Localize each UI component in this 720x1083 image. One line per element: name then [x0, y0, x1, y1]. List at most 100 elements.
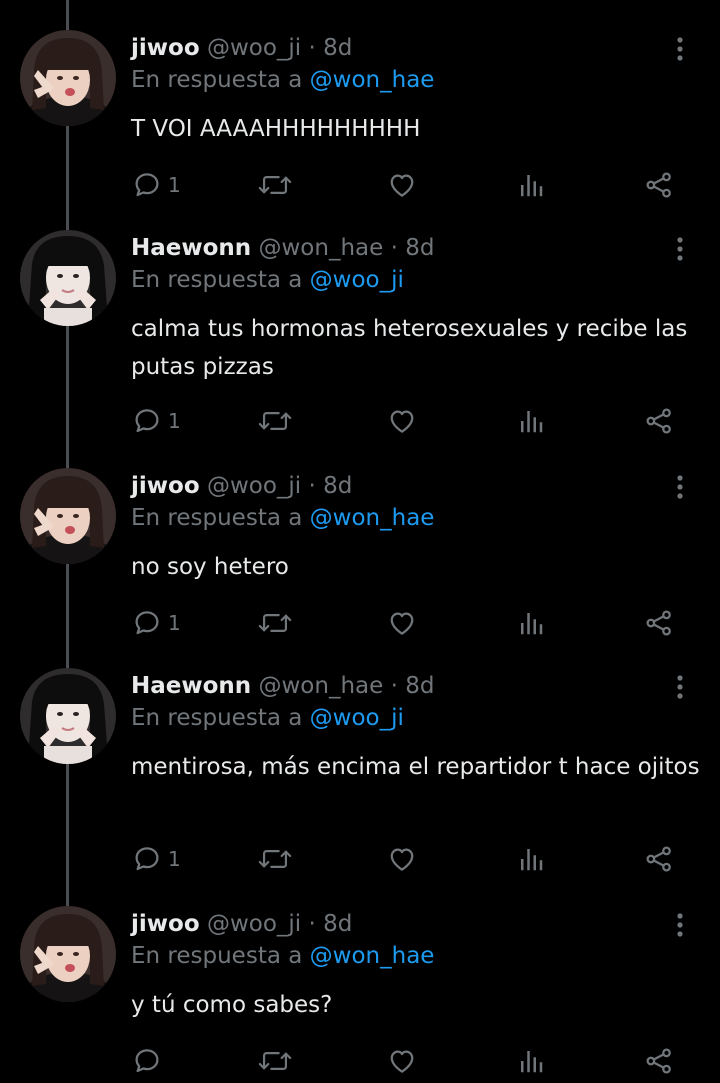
more-options-icon[interactable]: [665, 472, 695, 502]
tweet-text: T VOI AAAAHHHHHHHHH: [131, 116, 421, 142]
heart-icon: [387, 608, 417, 638]
reply-mention-link[interactable]: @won_hae: [310, 505, 435, 531]
reply-button[interactable]: [132, 1043, 162, 1079]
reply-button[interactable]: 1: [132, 167, 181, 203]
views-button[interactable]: [516, 167, 546, 203]
bar-chart-icon: [516, 170, 546, 200]
tweet-actions: 1: [0, 605, 720, 641]
share-icon: [644, 1046, 674, 1076]
retweet-button[interactable]: [258, 1043, 292, 1079]
display-name[interactable]: jiwoo: [131, 35, 200, 61]
avatar[interactable]: [20, 30, 116, 126]
views-button[interactable]: [516, 841, 546, 877]
more-options-icon[interactable]: [665, 910, 695, 940]
timestamp[interactable]: 8d: [323, 911, 352, 937]
tweet: Haewonn @won_hae · 8d En respuesta a @woo…: [0, 668, 720, 881]
retweet-icon: [258, 1046, 292, 1076]
avatar[interactable]: [20, 906, 116, 1002]
user-handle[interactable]: @won_hae: [258, 673, 383, 699]
display-name[interactable]: Haewonn: [131, 673, 251, 699]
retweet-icon: [258, 608, 292, 638]
views-button[interactable]: [516, 1043, 546, 1079]
retweet-button[interactable]: [258, 167, 292, 203]
tweet-text: no soy hetero: [131, 554, 289, 580]
retweet-button[interactable]: [258, 605, 292, 641]
bar-chart-icon: [516, 844, 546, 874]
reply-mention-link[interactable]: @woo_ji: [310, 705, 404, 731]
more-options-icon[interactable]: [665, 672, 695, 702]
tweet-actions: 1: [0, 167, 720, 203]
reply-button[interactable]: 1: [132, 605, 181, 641]
reply-context: En respuesta a @woo_ji: [131, 702, 404, 734]
user-handle[interactable]: @won_hae: [258, 235, 383, 261]
retweet-button[interactable]: [258, 841, 292, 877]
tweet-actions: [0, 1043, 720, 1079]
tweet-text: calma tus hormonas heterosexuales y reci…: [131, 316, 688, 380]
conversation-thread: jiwoo @woo_ji · 8d En respuesta a @won_ha…: [0, 0, 720, 1080]
retweet-icon: [258, 170, 292, 200]
separator-dot: ·: [308, 35, 316, 61]
display-name[interactable]: Haewonn: [131, 235, 251, 261]
share-icon: [644, 406, 674, 436]
share-button[interactable]: [644, 605, 674, 641]
tweet-header: Haewonn @won_hae · 8d: [131, 232, 434, 264]
timestamp[interactable]: 8d: [405, 235, 434, 261]
share-button[interactable]: [644, 167, 674, 203]
heart-icon: [387, 844, 417, 874]
reply-prefix: En respuesta a: [131, 67, 303, 93]
like-button[interactable]: [387, 167, 417, 203]
reply-mention-link[interactable]: @won_hae: [310, 943, 435, 969]
timestamp[interactable]: 8d: [323, 35, 352, 61]
retweet-icon: [258, 844, 292, 874]
reply-prefix: En respuesta a: [131, 943, 303, 969]
reply-prefix: En respuesta a: [131, 505, 303, 531]
like-button[interactable]: [387, 605, 417, 641]
avatar[interactable]: [20, 468, 116, 564]
tweet: jiwoo @woo_ji · 8d En respuesta a @won_ha…: [0, 30, 720, 207]
reply-mention-link[interactable]: @woo_ji: [310, 267, 404, 293]
display-name[interactable]: jiwoo: [131, 473, 200, 499]
tweet-header: Haewonn @won_hae · 8d: [131, 670, 434, 702]
avatar[interactable]: [20, 230, 116, 326]
tweet-header: jiwoo @woo_ji · 8d: [131, 470, 352, 502]
separator-dot: ·: [308, 911, 316, 937]
reply-count: 1: [168, 409, 181, 433]
reply-mention-link[interactable]: @won_hae: [310, 67, 435, 93]
timestamp[interactable]: 8d: [405, 673, 434, 699]
more-options-icon[interactable]: [665, 234, 695, 264]
share-button[interactable]: [644, 841, 674, 877]
avatar[interactable]: [20, 668, 116, 764]
tweet-header: jiwoo @woo_ji · 8d: [131, 908, 352, 940]
display-name[interactable]: jiwoo: [131, 911, 200, 937]
like-button[interactable]: [387, 403, 417, 439]
reply-icon: [132, 170, 162, 200]
separator-dot: ·: [390, 673, 398, 699]
user-handle[interactable]: @woo_ji: [207, 35, 301, 61]
reply-count: 1: [168, 847, 181, 871]
tweet-actions: 1: [0, 403, 720, 439]
views-button[interactable]: [516, 605, 546, 641]
timestamp[interactable]: 8d: [323, 473, 352, 499]
reply-count: 1: [168, 611, 181, 635]
tweet-actions: 1: [0, 841, 720, 877]
user-handle[interactable]: @woo_ji: [207, 473, 301, 499]
bar-chart-icon: [516, 1046, 546, 1076]
heart-icon: [387, 170, 417, 200]
share-button[interactable]: [644, 1043, 674, 1079]
thread-connector-line: [66, 0, 69, 30]
like-button[interactable]: [387, 1043, 417, 1079]
more-options-icon[interactable]: [665, 34, 695, 64]
like-button[interactable]: [387, 841, 417, 877]
share-button[interactable]: [644, 403, 674, 439]
reply-context: En respuesta a @won_hae: [131, 940, 434, 972]
reply-context: En respuesta a @woo_ji: [131, 264, 404, 296]
retweet-button[interactable]: [258, 403, 292, 439]
share-icon: [644, 608, 674, 638]
user-handle[interactable]: @woo_ji: [207, 911, 301, 937]
reply-button[interactable]: 1: [132, 841, 181, 877]
heart-icon: [387, 406, 417, 436]
reply-button[interactable]: 1: [132, 403, 181, 439]
heart-icon: [387, 1046, 417, 1076]
views-button[interactable]: [516, 403, 546, 439]
bar-chart-icon: [516, 608, 546, 638]
